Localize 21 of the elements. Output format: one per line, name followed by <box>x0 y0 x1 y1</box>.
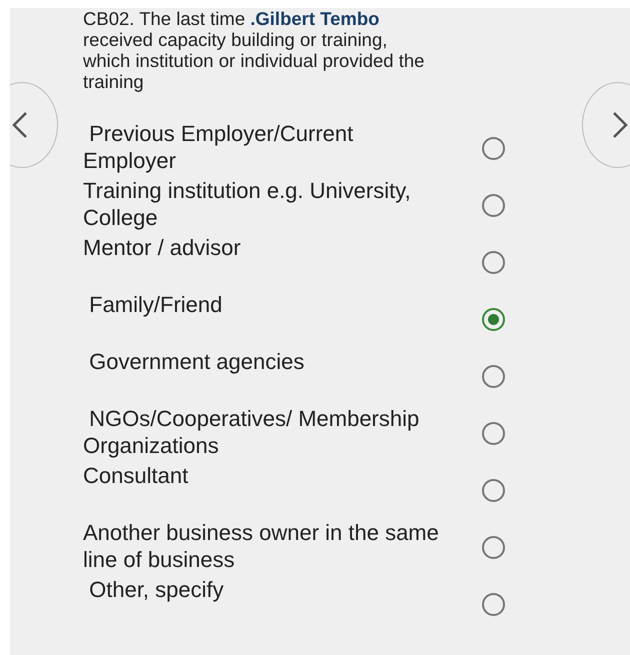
radio-button[interactable] <box>482 137 505 160</box>
option-label: Consultant <box>83 462 190 489</box>
option-label: Government agencies <box>88 348 306 375</box>
option-label: Previous Employer/Current Employer <box>83 120 354 174</box>
question-text: CB02. The last time .Gilbert Tembo received capacity building or training, which institution or individual provided the training <box>83 8 426 92</box>
radio-button[interactable] <box>482 536 505 559</box>
radio-button[interactable] <box>482 194 505 217</box>
radio-button[interactable] <box>482 251 505 274</box>
chevron-right-icon <box>611 110 629 140</box>
option-label: Training institution e.g. University, College <box>83 177 412 231</box>
option-label: Another business owner in the same line of business <box>83 519 440 573</box>
option-label: Family/Friend <box>88 291 224 318</box>
radio-button[interactable] <box>482 422 505 445</box>
radio-button[interactable] <box>482 308 505 331</box>
option-label: NGOs/Cooperatives/ Membership Organizations <box>83 405 420 459</box>
radio-button[interactable] <box>482 593 505 616</box>
radio-button[interactable] <box>482 365 505 388</box>
option-label: Mentor / advisor <box>83 234 242 261</box>
option-label: Other, specify <box>88 576 225 603</box>
radio-button[interactable] <box>482 479 505 502</box>
chevron-left-icon <box>11 110 29 140</box>
